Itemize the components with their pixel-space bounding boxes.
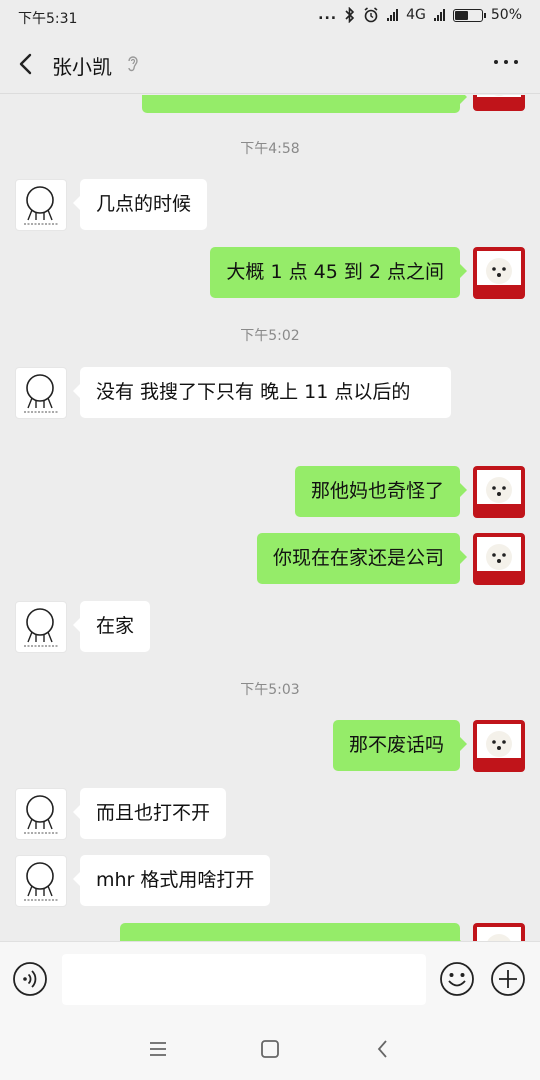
message-bubble[interactable]: 几点的时候	[72, 179, 208, 230]
my-avatar[interactable]	[473, 466, 525, 518]
system-nav-bar	[0, 1018, 540, 1080]
message-bubble[interactable]: 在家	[72, 601, 151, 652]
message-bubble[interactable]: 你现在在家还是公司	[256, 533, 468, 584]
mute-ear-icon	[128, 56, 138, 72]
home-icon[interactable]	[257, 1036, 283, 1062]
battery-icon	[452, 8, 486, 22]
contact-avatar[interactable]	[15, 179, 67, 231]
chat-header: 张小凯	[0, 34, 540, 94]
contact-avatar[interactable]	[15, 855, 67, 907]
menu-icon[interactable]	[145, 1036, 171, 1062]
more-notifications-icon: ...	[318, 7, 338, 23]
network-type: 4G	[406, 7, 426, 23]
message-bubble[interactable]: 那他妈也奇怪了	[294, 466, 468, 517]
input-bar	[0, 941, 540, 1018]
timestamp: 下午4:58	[240, 141, 300, 157]
status-time: 下午5:31	[18, 11, 78, 27]
message-input[interactable]	[62, 954, 426, 1005]
message-bubble[interactable]: 大概 1 点 45 到 2 点之间	[210, 247, 467, 298]
bluetooth-icon	[345, 7, 355, 23]
message-bubble[interactable]: 而且也打不开	[72, 788, 227, 839]
my-avatar[interactable]	[473, 247, 525, 299]
add-more-icon[interactable]	[490, 961, 526, 997]
status-bar: 下午5:31 ... 4G 50%	[0, 0, 540, 34]
voice-input-icon[interactable]	[12, 961, 48, 997]
my-avatar[interactable]	[473, 95, 525, 111]
my-avatar[interactable]	[473, 533, 525, 585]
message-bubble[interactable]: 那不废话吗	[332, 720, 468, 771]
signal-icon	[387, 9, 399, 21]
contact-name: 张小凯	[52, 55, 112, 79]
emoji-icon[interactable]	[439, 961, 475, 997]
contact-avatar[interactable]	[15, 788, 67, 840]
message-bubble-partial[interactable]	[120, 923, 467, 941]
signal-icon-2	[433, 9, 445, 21]
alarm-icon	[364, 7, 378, 23]
timestamp: 下午5:02	[240, 328, 300, 344]
my-avatar[interactable]	[473, 720, 525, 772]
timestamp: 下午5:03	[240, 682, 300, 698]
my-avatar[interactable]	[473, 923, 525, 941]
message-bubble[interactable]: mhr 格式用啥打开	[72, 855, 271, 906]
contact-avatar[interactable]	[15, 367, 67, 419]
message-bubble-partial[interactable]	[142, 95, 467, 113]
message-bubble[interactable]: 没有 我搜了下只有 晚上 11 点以后的	[73, 367, 451, 418]
more-options-icon[interactable]	[494, 60, 518, 64]
battery-percent: 50%	[490, 7, 522, 23]
back-nav-icon[interactable]	[370, 1036, 396, 1062]
back-arrow-icon[interactable]	[12, 50, 40, 78]
chat-area[interactable]: 下午4:58 几点的时候 大概 1 点 45 到 2 点之间 下午5:02 没有…	[0, 95, 540, 941]
contact-avatar[interactable]	[15, 601, 67, 653]
